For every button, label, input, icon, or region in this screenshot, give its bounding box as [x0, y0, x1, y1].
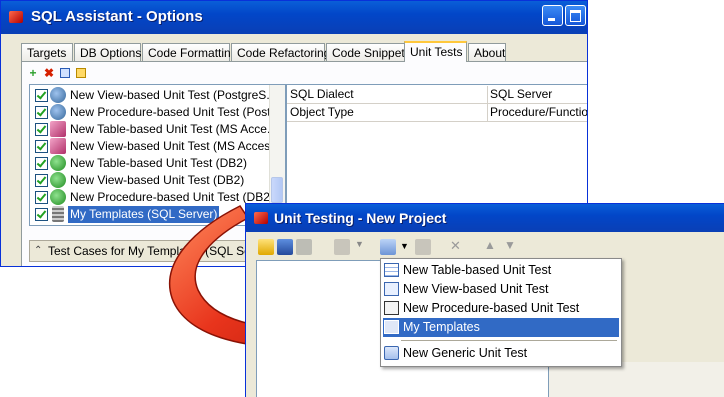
checkbox[interactable] — [35, 208, 48, 221]
template-icon — [52, 206, 64, 222]
list-item[interactable]: New Table-based Unit Test (DB2) — [30, 155, 268, 172]
minimize-button[interactable] — [542, 5, 563, 26]
list-item[interactable]: New Procedure-based Unit Test (Post... — [30, 104, 281, 121]
script-icon — [384, 346, 399, 360]
menu-item-label: My Templates — [403, 320, 480, 334]
list-item-label: New View-based Unit Test (PostgreS... — [70, 88, 277, 102]
menu-item-label: New Table-based Unit Test — [403, 263, 552, 277]
down-arrow-icon[interactable]: ▼ — [504, 238, 516, 252]
up-arrow-icon[interactable]: ▲ — [484, 238, 496, 252]
new-test-dropdown-icon[interactable] — [380, 239, 396, 255]
ms-access-icon — [50, 138, 66, 154]
view-icon — [384, 282, 399, 296]
checkbox[interactable] — [35, 140, 48, 153]
db2-icon — [50, 189, 66, 205]
tab-targets[interactable]: Targets — [21, 43, 73, 61]
tab-code-snippets[interactable]: Code Snippets — [326, 43, 411, 61]
list-item-label: New Table-based Unit Test (MS Acce... — [70, 122, 277, 136]
list-item[interactable]: New Procedure-based Unit Test (DB2) — [30, 189, 274, 206]
list-item-label: My Templates (SQL Server) — [68, 206, 220, 223]
list-item[interactable]: New View-based Unit Test (PostgreS... — [30, 87, 276, 104]
chevron-down-icon[interactable]: ▼ — [355, 239, 364, 249]
add-icon[interactable]: + — [28, 67, 38, 79]
procedure-icon — [384, 301, 399, 315]
details-area — [549, 362, 724, 397]
checkbox[interactable] — [35, 157, 48, 170]
db2-icon — [50, 172, 66, 188]
menu-item-new-view-based[interactable]: New View-based Unit Test — [383, 280, 619, 299]
chevron-down-icon[interactable]: ▼ — [400, 241, 409, 251]
menu-item-label: New View-based Unit Test — [403, 282, 549, 296]
menu-item-label: New Procedure-based Unit Test — [403, 301, 580, 315]
open-folder-icon[interactable] — [258, 239, 274, 255]
ms-access-icon — [50, 121, 66, 137]
window-title: Unit Testing - New Project — [274, 210, 447, 226]
table-icon — [384, 263, 399, 277]
list-item[interactable]: New View-based Unit Test (MS Access) — [30, 138, 280, 155]
menu-item-new-table-based[interactable]: New Table-based Unit Test — [383, 261, 619, 280]
list-item-label: New Procedure-based Unit Test (Post... — [70, 105, 281, 119]
property-row[interactable]: Object Type Procedure/Function — [287, 104, 587, 122]
maximize-button[interactable] — [565, 5, 586, 26]
property-value: SQL Server — [490, 87, 553, 101]
checkbox[interactable] — [35, 191, 48, 204]
app-icon — [254, 212, 268, 224]
list-item-label: New View-based Unit Test (MS Access) — [70, 139, 281, 153]
app-icon — [9, 11, 23, 23]
property-name: SQL Dialect — [290, 87, 354, 101]
menu-item-new-procedure-based[interactable]: New Procedure-based Unit Test — [383, 299, 619, 318]
disabled-icon — [296, 239, 312, 255]
tab-code-refactoring[interactable]: Code Refactoring — [231, 43, 330, 61]
list-item-label: New View-based Unit Test (DB2) — [70, 173, 245, 187]
options-titlebar[interactable]: SQL Assistant - Options — [1, 1, 587, 34]
property-name: Object Type — [290, 105, 354, 119]
postgresql-icon — [50, 87, 66, 103]
delete-icon[interactable]: ✖ — [44, 67, 54, 79]
db2-icon — [50, 155, 66, 171]
list-item-label: New Table-based Unit Test (DB2) — [70, 156, 247, 170]
postgresql-icon — [50, 104, 66, 120]
list-item[interactable]: New View-based Unit Test (DB2) — [30, 172, 268, 189]
checkbox[interactable] — [35, 123, 48, 136]
property-row[interactable]: SQL Dialect SQL Server — [287, 86, 587, 104]
property-value: Procedure/Function — [490, 105, 587, 119]
unit-testing-titlebar[interactable]: Unit Testing - New Project — [246, 204, 724, 232]
list-item[interactable]: New Table-based Unit Test (MS Acce... — [30, 121, 277, 138]
test-cases-header[interactable]: ⌃ Test Cases for My Templates (SQL Serve… — [29, 240, 271, 262]
unit-testing-toolbar: ▼ ▼ ✕ ▲ ▼ — [258, 238, 528, 257]
copy-icon[interactable] — [76, 68, 86, 78]
checkbox[interactable] — [35, 106, 48, 119]
test-cases-label: Test Cases for My Templates (SQL Server) — [48, 244, 271, 258]
grid-divider — [487, 104, 488, 121]
grid-divider — [487, 86, 488, 103]
window-icon[interactable] — [60, 68, 70, 78]
window-title: SQL Assistant - Options — [31, 8, 203, 25]
menu-separator — [401, 340, 617, 341]
new-test-menu: New Table-based Unit Test New View-based… — [380, 258, 622, 367]
collapse-icon[interactable]: ⌃ — [34, 241, 42, 261]
tab-about[interactable]: About — [468, 43, 506, 61]
list-item-label: New Procedure-based Unit Test (DB2) — [70, 190, 274, 204]
run-dropdown-icon[interactable] — [334, 239, 350, 255]
save-icon[interactable] — [277, 239, 293, 255]
edit-icon[interactable] — [415, 239, 431, 255]
menu-item-label: New Generic Unit Test — [403, 346, 528, 360]
tab-unit-tests[interactable]: Unit Tests — [404, 41, 467, 62]
delete-icon[interactable]: ✕ — [450, 238, 461, 254]
checkbox[interactable] — [35, 174, 48, 187]
tab-db-options[interactable]: DB Options — [74, 43, 141, 61]
procedure-icon — [384, 320, 399, 334]
list-item[interactable]: My Templates (SQL Server) — [30, 206, 268, 223]
scrollbar-thumb[interactable] — [271, 177, 283, 203]
menu-item-new-generic[interactable]: New Generic Unit Test — [383, 344, 619, 363]
checkbox[interactable] — [35, 89, 48, 102]
tab-code-formatting[interactable]: Code Formatting — [142, 43, 237, 61]
menu-item-my-templates[interactable]: My Templates — [383, 318, 619, 337]
